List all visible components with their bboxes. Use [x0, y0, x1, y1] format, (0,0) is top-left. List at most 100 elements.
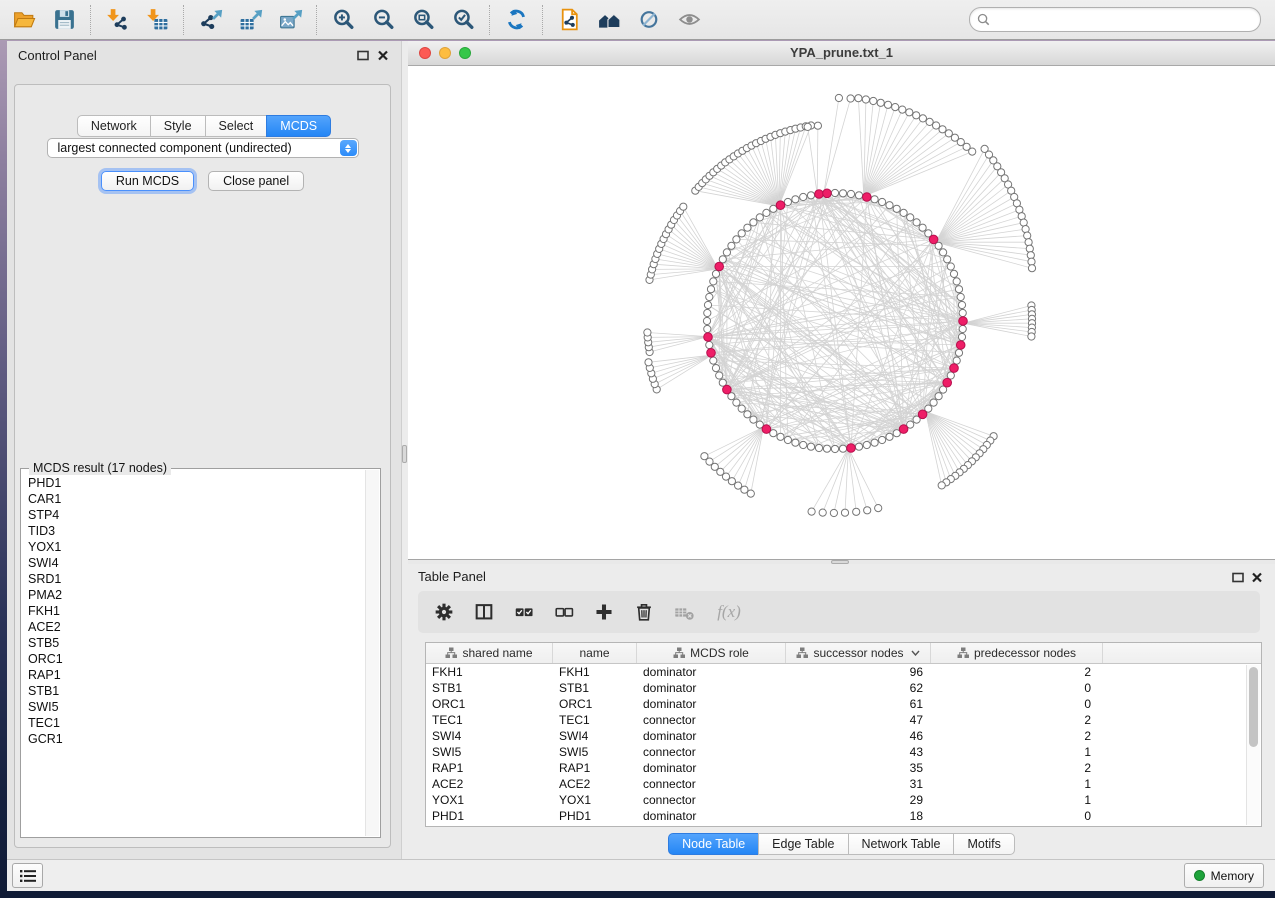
float-panel-icon[interactable]	[356, 49, 369, 61]
cell-MCDS-role[interactable]: connector	[637, 777, 786, 791]
optimization-dropdown[interactable]: largest connected component (undirected)	[47, 138, 359, 158]
settings-button[interactable]	[432, 601, 455, 624]
cell-shared-name[interactable]: SWI4	[426, 729, 553, 743]
mcds-result-item[interactable]: GCR1	[28, 731, 364, 747]
export-network-button[interactable]	[190, 4, 230, 36]
mcds-result-item[interactable]: SRD1	[28, 571, 364, 587]
tab-edge-table[interactable]: Edge Table	[758, 833, 848, 855]
column-header-name[interactable]: name	[553, 643, 637, 663]
table-row-RAP1[interactable]: RAP1RAP1dominator352	[426, 760, 1261, 776]
cell-name[interactable]: STB1	[553, 681, 637, 695]
refresh-button[interactable]	[496, 4, 536, 36]
zoom-fit-button[interactable]	[403, 4, 443, 36]
table-row-STB1[interactable]: STB1STB1dominator620	[426, 680, 1261, 696]
cell-predecessor-nodes[interactable]: 2	[931, 729, 1103, 743]
table-row-FKH1[interactable]: FKH1FKH1dominator962	[426, 664, 1261, 680]
table-row-ACE2[interactable]: ACE2ACE2connector311	[426, 776, 1261, 792]
mcds-result-item[interactable]: TEC1	[28, 715, 364, 731]
open-button[interactable]	[4, 4, 44, 36]
import-network-button[interactable]	[97, 4, 137, 36]
cell-MCDS-role[interactable]: connector	[637, 793, 786, 807]
zoom-selected-button[interactable]	[443, 4, 483, 36]
cell-successor-nodes[interactable]: 46	[786, 729, 931, 743]
close-table-panel-icon[interactable]	[1250, 571, 1263, 583]
cell-successor-nodes[interactable]: 43	[786, 745, 931, 759]
task-history-button[interactable]	[12, 863, 43, 888]
mcds-result-list[interactable]: PHD1CAR1STP4TID3YOX1SWI4SRD1PMA2FKH1ACE2…	[28, 475, 364, 835]
cell-shared-name[interactable]: STB1	[426, 681, 553, 695]
tab-style[interactable]: Style	[150, 115, 206, 137]
network-window-titlebar[interactable]: YPA_prune.txt_1	[408, 41, 1275, 66]
cell-name[interactable]: RAP1	[553, 761, 637, 775]
cell-name[interactable]: TEC1	[553, 713, 637, 727]
zoom-in-button[interactable]	[323, 4, 363, 36]
tab-node-table[interactable]: Node Table	[668, 833, 759, 855]
cell-shared-name[interactable]: RAP1	[426, 761, 553, 775]
cell-successor-nodes[interactable]: 47	[786, 713, 931, 727]
cell-shared-name[interactable]: TEC1	[426, 713, 553, 727]
close-panel-button[interactable]: Close panel	[208, 171, 304, 191]
cell-shared-name[interactable]: PHD1	[426, 809, 553, 823]
cell-name[interactable]: SWI4	[553, 729, 637, 743]
mcds-result-item[interactable]: TID3	[28, 523, 364, 539]
show-annotations-button[interactable]	[669, 4, 709, 36]
cell-predecessor-nodes[interactable]: 1	[931, 745, 1103, 759]
mcds-result-item[interactable]: ORC1	[28, 651, 364, 667]
cell-predecessor-nodes[interactable]: 2	[931, 713, 1103, 727]
table-row-YOX1[interactable]: YOX1YOX1connector291	[426, 792, 1261, 808]
close-panel-icon[interactable]	[376, 49, 389, 61]
result-scrollbar[interactable]	[365, 470, 379, 836]
mcds-result-item[interactable]: FKH1	[28, 603, 364, 619]
cell-shared-name[interactable]: FKH1	[426, 665, 553, 679]
tab-network[interactable]: Network	[77, 115, 151, 137]
cell-MCDS-role[interactable]: dominator	[637, 681, 786, 695]
cell-shared-name[interactable]: YOX1	[426, 793, 553, 807]
cell-successor-nodes[interactable]: 62	[786, 681, 931, 695]
cell-MCDS-role[interactable]: dominator	[637, 761, 786, 775]
table-scrollbar-thumb[interactable]	[1249, 667, 1258, 747]
cell-MCDS-role[interactable]: connector	[637, 745, 786, 759]
column-header-successor-nodes[interactable]: successor nodes	[786, 643, 931, 663]
cell-shared-name[interactable]: SWI5	[426, 745, 553, 759]
table-row-PHD1[interactable]: PHD1PHD1dominator180	[426, 808, 1261, 824]
node-table[interactable]: shared namenameMCDS rolesuccessor nodesp…	[425, 642, 1262, 827]
cell-name[interactable]: YOX1	[553, 793, 637, 807]
cell-shared-name[interactable]: ACE2	[426, 777, 553, 791]
search-box[interactable]	[969, 7, 1261, 32]
tab-motifs[interactable]: Motifs	[953, 833, 1014, 855]
mcds-result-item[interactable]: PMA2	[28, 587, 364, 603]
unselect-all-button[interactable]	[552, 601, 575, 624]
cell-predecessor-nodes[interactable]: 2	[931, 761, 1103, 775]
mcds-result-item[interactable]: STB5	[28, 635, 364, 651]
cell-predecessor-nodes[interactable]: 1	[931, 777, 1103, 791]
cell-name[interactable]: ACE2	[553, 777, 637, 791]
cell-successor-nodes[interactable]: 96	[786, 665, 931, 679]
cell-predecessor-nodes[interactable]: 0	[931, 697, 1103, 711]
vertical-splitter-handle[interactable]	[402, 445, 407, 463]
network-canvas[interactable]	[408, 66, 1275, 559]
mcds-result-item[interactable]: CAR1	[28, 491, 364, 507]
tab-mcds[interactable]: MCDS	[266, 115, 331, 137]
table-row-ORC1[interactable]: ORC1ORC1dominator610	[426, 696, 1261, 712]
mcds-result-item[interactable]: RAP1	[28, 667, 364, 683]
cell-predecessor-nodes[interactable]: 0	[931, 809, 1103, 823]
float-table-panel-icon[interactable]	[1231, 571, 1244, 583]
select-all-button[interactable]	[512, 601, 535, 624]
table-row-TEC1[interactable]: TEC1TEC1connector472	[426, 712, 1261, 728]
cell-predecessor-nodes[interactable]: 2	[931, 665, 1103, 679]
export-image-button[interactable]	[270, 4, 310, 36]
mcds-result-item[interactable]: SWI4	[28, 555, 364, 571]
mcds-result-item[interactable]: SWI5	[28, 699, 364, 715]
cell-successor-nodes[interactable]: 18	[786, 809, 931, 823]
home-button[interactable]	[589, 4, 629, 36]
column-header-MCDS-role[interactable]: MCDS role	[637, 643, 786, 663]
save-button[interactable]	[44, 4, 84, 36]
cell-MCDS-role[interactable]: dominator	[637, 729, 786, 743]
column-header-shared-name[interactable]: shared name	[426, 643, 553, 663]
network-graph[interactable]	[408, 66, 1275, 559]
search-input[interactable]	[990, 12, 1260, 27]
cell-successor-nodes[interactable]: 35	[786, 761, 931, 775]
table-row-SWI4[interactable]: SWI4SWI4dominator462	[426, 728, 1261, 744]
cell-MCDS-role[interactable]: connector	[637, 713, 786, 727]
cell-predecessor-nodes[interactable]: 1	[931, 793, 1103, 807]
